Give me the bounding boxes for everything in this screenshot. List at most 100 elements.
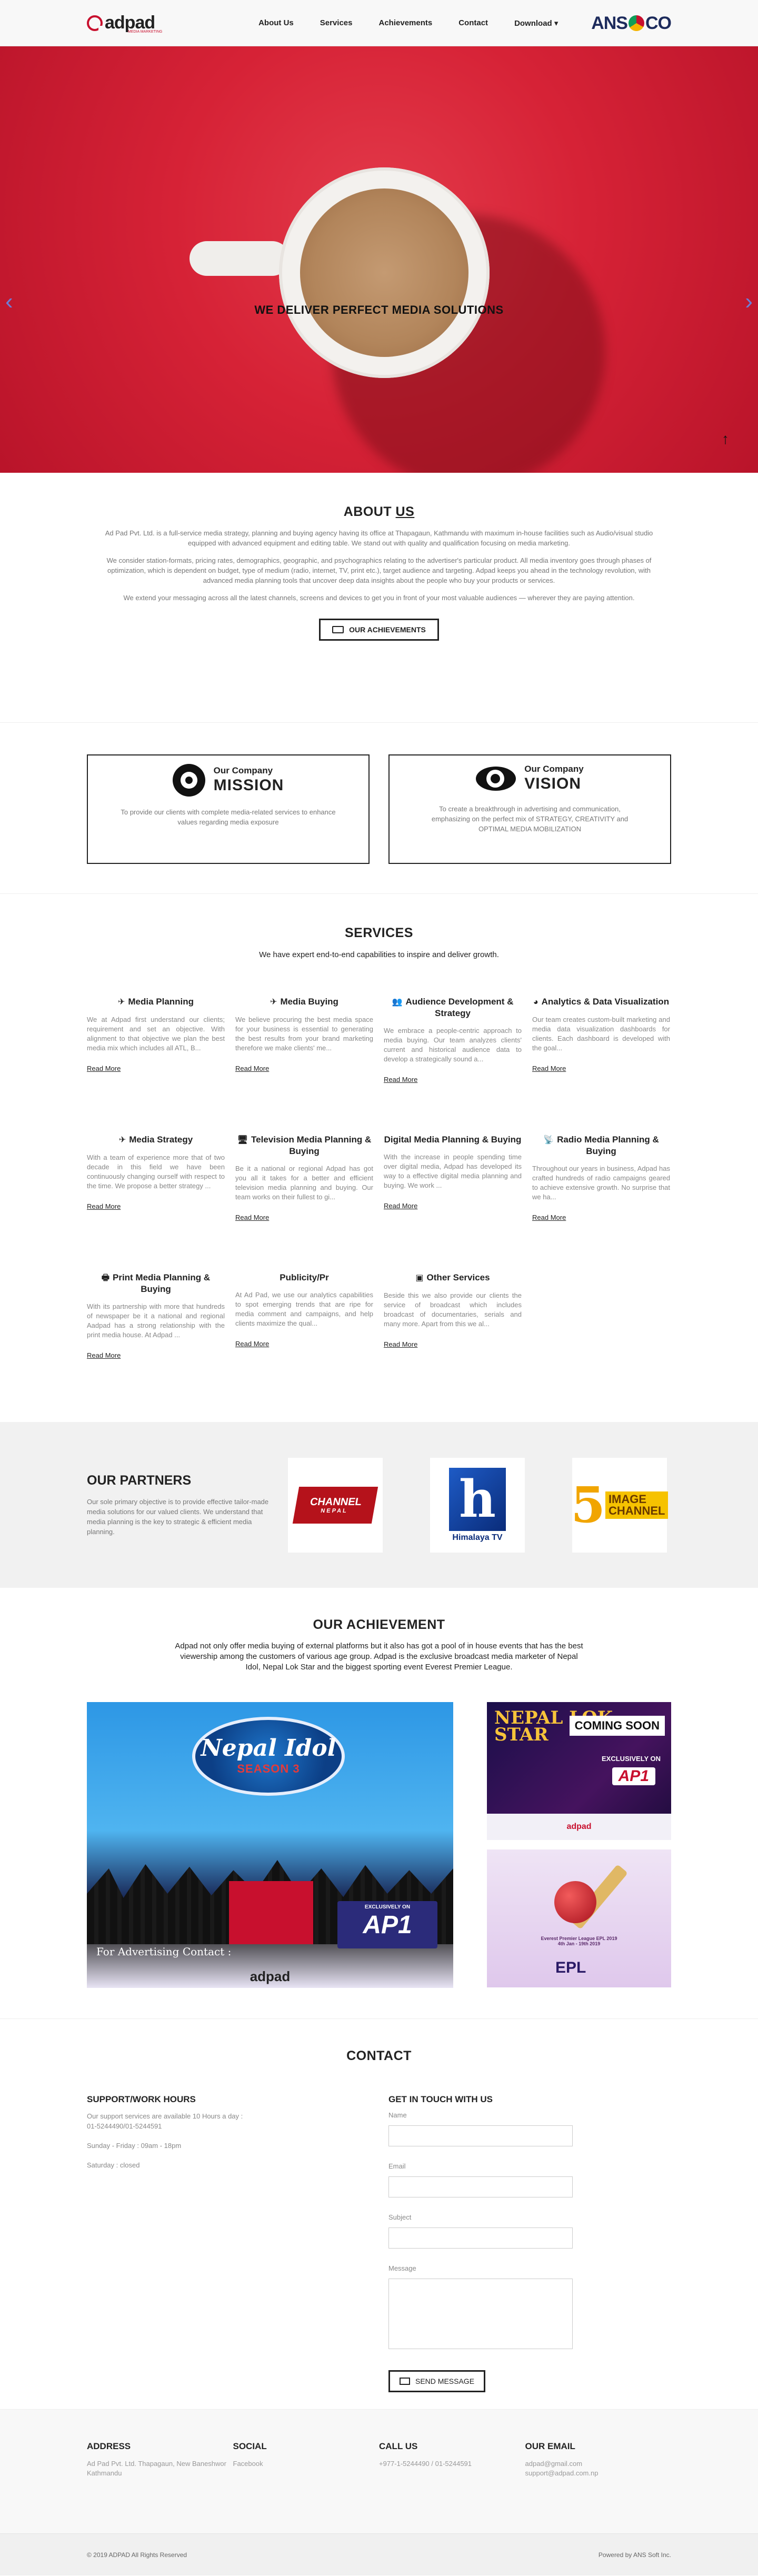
nepal-idol-title: Nepal Idol — [201, 1735, 336, 1762]
vision-title: VISION — [524, 775, 581, 793]
partner-logos: CHANNEL NEPAL h Himalaya TV 5 IMAGE CHANN… — [288, 1457, 669, 1553]
about-title: ABOUT US — [0, 504, 758, 520]
read-more-link[interactable]: Read More — [384, 1340, 417, 1348]
image-channel-logo[interactable]: 5 IMAGE CHANNEL — [571, 1457, 669, 1553]
service-card: 🖶 Print Media Planning & Buying With its … — [87, 1272, 225, 1410]
name-input[interactable] — [388, 2125, 573, 2146]
scroll-top-icon[interactable]: ↑ — [722, 431, 729, 447]
service-text: We embrace a people-centric approach to … — [384, 1027, 522, 1063]
name-label: Name — [388, 2111, 407, 2119]
service-title: Analytics & Data Visualization — [541, 997, 670, 1007]
nepal-idol-poster[interactable]: Nepal Idol SEASON 3 EXCLUSIVELY ON AP1 F… — [87, 1702, 453, 1988]
read-more-link[interactable]: Read More — [87, 1065, 121, 1072]
service-card: Digital Media Planning & Buying With the… — [384, 1134, 522, 1272]
service-text: At Ad Pad, we use our analytics capabili… — [235, 1291, 373, 1327]
carousel-prev-icon[interactable]: ‹ — [5, 289, 13, 315]
partners-title: OUR PARTNERS — [87, 1473, 192, 1488]
nav-services[interactable]: Services — [320, 18, 353, 28]
about-title-b: US — [395, 504, 415, 519]
service-card: Publicity/Pr At Ad Pad, we use our analy… — [235, 1272, 373, 1410]
read-more-link[interactable]: Read More — [235, 1214, 269, 1221]
vision-prefix: Our Company — [524, 764, 584, 774]
read-more-link[interactable]: Read More — [532, 1065, 566, 1072]
epl-line: Everest Premier League EPL 2019 — [541, 1936, 617, 1941]
about-paragraph-3: We extend your messaging across all the … — [123, 594, 635, 602]
nepal-lok-star-poster[interactable]: NEPAL LOK STAR COMING SOON EXCLUSIVELY O… — [487, 1702, 671, 1840]
adpad-poster-logo: adpad — [250, 1968, 291, 1984]
service-card: ✈ Media Planning We at Adpad first unders… — [87, 996, 225, 1134]
service-card: ✈ Media Buying We believe procuring the b… — [235, 996, 373, 1134]
mission-title: MISSION — [213, 777, 284, 794]
call-text: +977-1-5244490 / 01-5244591 — [379, 2460, 472, 2468]
subject-input[interactable] — [388, 2227, 573, 2249]
send-message-button[interactable]: SEND MESSAGE — [388, 2370, 486, 2392]
crosshair-icon — [172, 764, 205, 797]
nav-download-label: Download — [514, 19, 552, 28]
email-label: Email — [388, 2162, 406, 2170]
coffee-cup-image — [279, 167, 490, 378]
service-text: Be it a national or regional Adpad has g… — [235, 1165, 373, 1201]
contact-section: CONTACT SUPPORT/WORK HOURS Our support s… — [0, 2018, 758, 2409]
service-card: 👥 Audience Development & Strategy We embr… — [384, 996, 522, 1134]
about-paragraph-2: We consider station-formats, pricing rat… — [106, 556, 652, 584]
vision-text: To create a breakthrough in advertising … — [431, 805, 629, 833]
work-hours-phone: 01-5244490/01-5244591 — [87, 2122, 162, 2130]
service-title: Audience Development & Strategy — [405, 997, 514, 1018]
users-icon: 👥 — [392, 998, 403, 1007]
facebook-link[interactable]: Facebook — [233, 2459, 380, 2469]
nav-download[interactable]: Download ▾ — [514, 18, 558, 28]
service-text: Our team creates custom-built marketing … — [532, 1016, 670, 1052]
nav-about[interactable]: About Us — [258, 18, 294, 28]
service-title: Media Planning — [128, 997, 194, 1007]
television-icon: 🖥 — [237, 1136, 248, 1145]
adpad-logo[interactable]: adpad MEDIA MARKETING — [87, 13, 162, 34]
service-card: ✈ Media Strategy With a team of experienc… — [87, 1134, 225, 1272]
powered-by: Powered by ANS Soft Inc. — [598, 2551, 671, 2559]
lok-star-footer: adpad — [487, 1814, 671, 1840]
nepal-idol-logo: Nepal Idol SEASON 3 — [192, 1717, 345, 1796]
epl-poster[interactable]: Everest Premier League EPL 2019 4th Jan -… — [487, 1849, 671, 1987]
ap1-label: AP1 — [363, 1911, 412, 1939]
himalaya-mark: h — [449, 1467, 506, 1531]
about-paragraph-1: Ad Pad Pvt. Ltd. is a full-service media… — [105, 529, 653, 547]
service-title: Digital Media Planning & Buying — [384, 1135, 522, 1145]
work-hours-text: Our support services are available 10 Ho… — [87, 2111, 297, 2131]
service-card: 🖥 Television Media Planning & Buying Be i… — [235, 1134, 373, 1272]
hero-carousel: WE DELIVER PERFECT MEDIA SOLUTIONS ‹ › ↑ — [0, 46, 758, 473]
carousel-next-icon[interactable]: › — [745, 289, 753, 315]
service-card: 📡 Radio Media Planning & Buying Throughou… — [532, 1134, 670, 1272]
read-more-link[interactable]: Read More — [235, 1340, 269, 1348]
advertising-contact: For Advertising Contact : — [96, 1945, 232, 1958]
epl-headline: Everest Premier League EPL 2019 4th Jan -… — [487, 1936, 671, 1946]
read-more-link[interactable]: Read More — [87, 1351, 121, 1359]
email-1[interactable]: adpad@gmail.com — [525, 2460, 583, 2468]
mission-text: To provide our clients with complete med… — [121, 808, 336, 826]
ap1-exclusive-label: EXCLUSIVELY ON — [364, 1904, 411, 1910]
read-more-link[interactable]: Read More — [532, 1214, 566, 1221]
sponsor-badge — [229, 1881, 313, 1944]
our-achievements-button[interactable]: OUR ACHIEVEMENTS — [319, 619, 439, 641]
message-textarea[interactable] — [388, 2279, 573, 2349]
message-label: Message — [388, 2264, 416, 2272]
nav-contact[interactable]: Contact — [458, 18, 488, 28]
email-input[interactable] — [388, 2176, 573, 2197]
read-more-link[interactable]: Read More — [87, 1202, 121, 1210]
read-more-link[interactable]: Read More — [384, 1076, 417, 1083]
vision-card: Our Company VISION To create a breakthro… — [388, 754, 671, 864]
paper-plane-icon: ✈ — [117, 998, 125, 1007]
himalaya-tv-logo[interactable]: h Himalaya TV — [430, 1457, 525, 1553]
work-hours-line: Our support services are available 10 Ho… — [87, 2112, 243, 2120]
ansco-logo: ANS CO — [591, 13, 672, 33]
read-more-link[interactable]: Read More — [235, 1065, 269, 1072]
read-more-link[interactable]: Read More — [384, 1202, 417, 1210]
ap1-badge: AP1 — [612, 1767, 655, 1785]
navbar: adpad MEDIA MARKETING About Us Services … — [0, 0, 758, 46]
email-2[interactable]: support@adpad.com.np — [525, 2469, 599, 2477]
channel-nepal-logo[interactable]: CHANNEL NEPAL — [288, 1457, 383, 1553]
nav-achievements[interactable]: Achievements — [379, 18, 433, 28]
our-achievements-label: OUR ACHIEVEMENTS — [349, 625, 426, 634]
image-channel-name: IMAGE CHANNEL — [605, 1491, 669, 1519]
service-title: Media Buying — [280, 997, 338, 1007]
service-text: With a team of experience more that of t… — [87, 1153, 225, 1190]
footer-call: CALL US +977-1-5244490 / 01-5244591 — [379, 2441, 525, 2478]
